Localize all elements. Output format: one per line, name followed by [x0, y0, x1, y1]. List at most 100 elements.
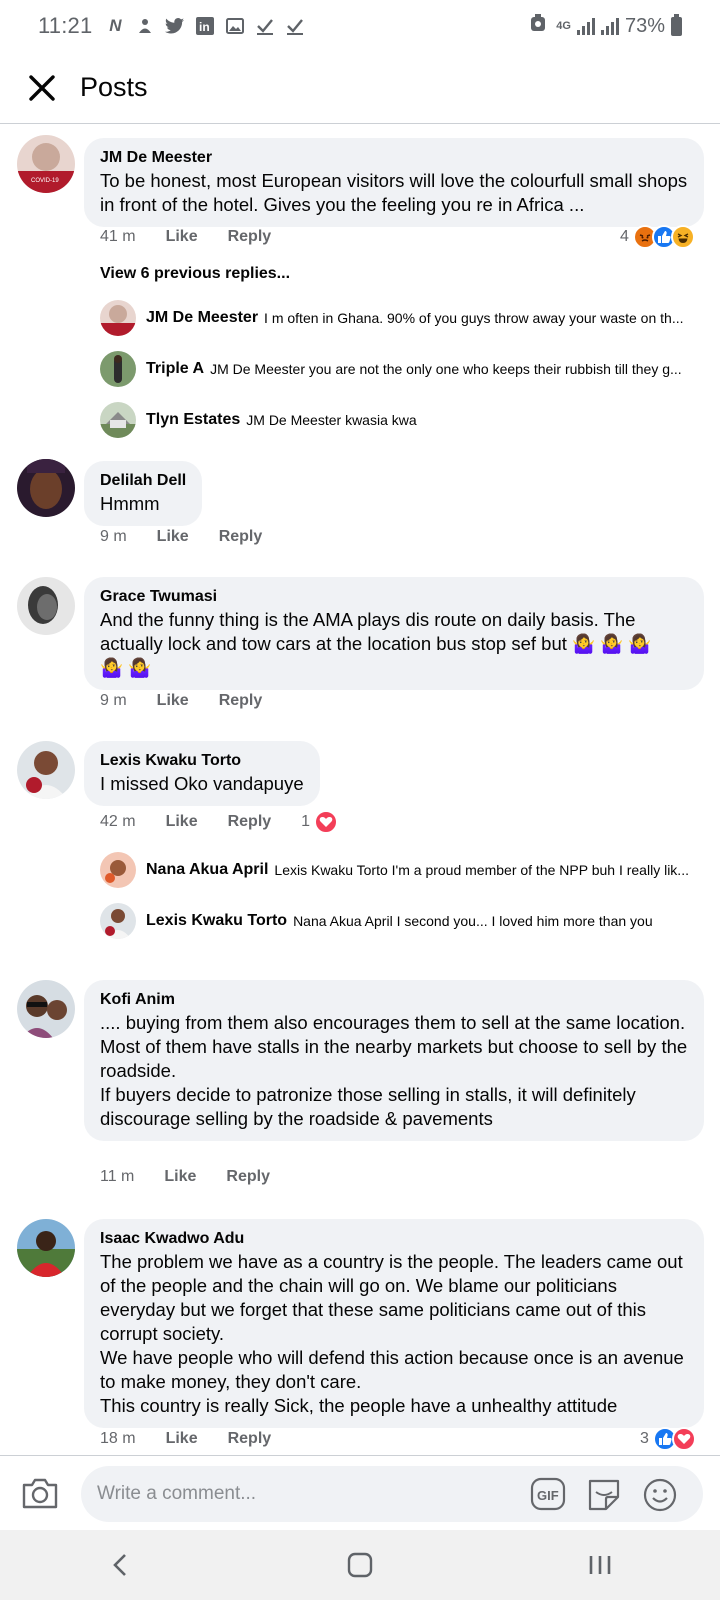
reaction-summary[interactable]: 1 — [301, 810, 368, 834]
comment-author[interactable]: Grace Twumasi — [100, 586, 688, 608]
comment-actions: 9 m Like Reply — [100, 528, 292, 546]
network-type: 4G — [556, 20, 571, 32]
avatar[interactable]: COVID-19 — [17, 135, 75, 193]
reply-author[interactable]: Lexis Kwaku Torto — [146, 912, 287, 930]
signal-icon — [600, 17, 619, 35]
comment-bubble: Isaac Kwadwo Adu The problem we have as … — [84, 1219, 704, 1428]
comment-time[interactable]: 11 m — [100, 1168, 134, 1186]
comment-time[interactable]: 42 m — [100, 813, 136, 831]
header: Posts — [0, 52, 720, 124]
avatar[interactable] — [100, 852, 136, 888]
comment-author[interactable]: Lexis Kwaku Torto — [100, 750, 304, 772]
like-button[interactable]: Like — [157, 692, 189, 710]
avatar[interactable] — [17, 459, 75, 517]
close-icon — [29, 74, 55, 101]
like-button[interactable]: Like — [166, 228, 198, 246]
svg-text:GIF: GIF — [537, 1488, 559, 1503]
reaction-count: 4 — [620, 228, 629, 245]
twitter-icon — [164, 15, 186, 37]
reply-text: JM De Meester you are not the only one w… — [210, 361, 682, 377]
comment-author[interactable]: JM De Meester — [100, 147, 688, 169]
recents-icon — [589, 1556, 611, 1574]
comments-list: COVID-19 JM De Meester To be honest, mos… — [0, 125, 720, 1455]
home-button[interactable] — [330, 1540, 390, 1590]
back-icon — [113, 1554, 126, 1576]
reply-button[interactable]: Reply — [219, 692, 263, 710]
gallery-icon — [224, 15, 246, 37]
comment-author[interactable]: Kofi Anim — [100, 989, 688, 1011]
reply-button[interactable]: Reply — [228, 228, 272, 246]
reaction-summary[interactable]: 4 — [620, 225, 695, 249]
view-previous-replies[interactable]: View 6 previous replies... — [100, 265, 290, 283]
recents-button[interactable] — [570, 1540, 630, 1590]
reply-text: JM De Meester kwasia kwa — [246, 412, 417, 428]
reply-button[interactable]: Reply — [226, 1168, 270, 1186]
comment-actions: 11 m Like Reply — [100, 1168, 300, 1186]
gif-button[interactable]: GIF — [530, 1477, 566, 1511]
avatar[interactable] — [17, 980, 75, 1038]
reply-author[interactable]: Nana Akua April — [146, 861, 268, 879]
love-reaction-icon — [314, 810, 339, 834]
reply-item: Lexis Kwaku Torto Nana Akua April I seco… — [100, 901, 710, 941]
comment-time[interactable]: 18 m — [100, 1430, 136, 1448]
svg-text:in: in — [199, 20, 210, 34]
comment-text: And the funny thing is the AMA plays dis… — [100, 609, 652, 678]
status-bar: 11:21 N in 4G 73% — [0, 0, 720, 52]
avatar[interactable] — [100, 351, 136, 387]
comment-bubble: Lexis Kwaku Torto I missed Oko vandapuye — [84, 741, 320, 806]
comment-bubble: Grace Twumasi And the funny thing is the… — [84, 577, 704, 690]
comment-author[interactable]: Isaac Kwadwo Adu — [100, 1228, 688, 1250]
status-right: 4G 73% — [530, 13, 682, 38]
comment-composer: GIF — [0, 1455, 720, 1530]
avatar[interactable] — [100, 903, 136, 939]
comment-author[interactable]: Delilah Dell — [100, 470, 186, 492]
check-icon — [284, 15, 306, 37]
comment-actions: 9 m Like Reply — [100, 692, 292, 710]
like-button[interactable]: Like — [166, 1430, 198, 1448]
page-title: Posts — [80, 72, 148, 102]
check-icon — [254, 15, 276, 37]
comment-text: The problem we have as a country is the … — [100, 1251, 684, 1416]
comment-time[interactable]: 41 m — [100, 228, 136, 246]
avatar[interactable] — [17, 1219, 75, 1277]
avatar[interactable] — [100, 402, 136, 438]
reply-item: Tlyn Estates JM De Meester kwasia kwa — [100, 400, 710, 440]
comment-time[interactable]: 9 m — [100, 528, 127, 546]
reply-item: Triple A JM De Meester you are not the o… — [100, 349, 710, 389]
camera-button[interactable] — [20, 1473, 60, 1513]
like-button[interactable]: Like — [164, 1168, 196, 1186]
comment-time[interactable]: 9 m — [100, 692, 127, 710]
battery-percent: 73% — [624, 14, 665, 37]
reply-button[interactable]: Reply — [228, 813, 272, 831]
n-logo-icon: N — [109, 16, 122, 35]
system-nav-bar — [0, 1530, 720, 1600]
status-time: 11:21 — [38, 13, 93, 38]
comment-text: .... buying from them also encourages th… — [100, 1012, 688, 1129]
reaction-count: 1 — [301, 813, 311, 830]
reaction-summary[interactable]: 3 — [640, 1427, 696, 1451]
comment-text: Hmmm — [100, 493, 160, 514]
emoji-button[interactable] — [642, 1477, 677, 1512]
close-button[interactable] — [22, 68, 62, 108]
sticker-button[interactable] — [586, 1477, 620, 1511]
reply-author[interactable]: JM De Meester — [146, 309, 258, 327]
like-button[interactable]: Like — [157, 528, 189, 546]
reply-button[interactable]: Reply — [228, 1430, 272, 1448]
reply-item: JM De Meester I m often in Ghana. 90% of… — [100, 298, 710, 338]
avatar[interactable] — [100, 300, 136, 336]
back-button[interactable] — [90, 1540, 150, 1590]
comment-actions: 18 m Like Reply — [100, 1430, 301, 1448]
camera-icon — [22, 1478, 58, 1509]
reply-author[interactable]: Tlyn Estates — [146, 411, 240, 429]
avatar[interactable] — [17, 741, 75, 799]
comment-actions: 42 m Like Reply 1 — [100, 810, 368, 834]
signal-icon — [576, 17, 595, 35]
reply-button[interactable]: Reply — [219, 528, 263, 546]
haha-reaction-icon — [670, 225, 695, 249]
alarm-icon — [530, 14, 546, 38]
reply-text: Nana Akua April I second you... I loved … — [293, 913, 653, 929]
reply-author[interactable]: Triple A — [146, 360, 204, 378]
notification-icons: N in — [104, 15, 306, 37]
avatar[interactable] — [17, 577, 75, 635]
like-button[interactable]: Like — [166, 813, 198, 831]
